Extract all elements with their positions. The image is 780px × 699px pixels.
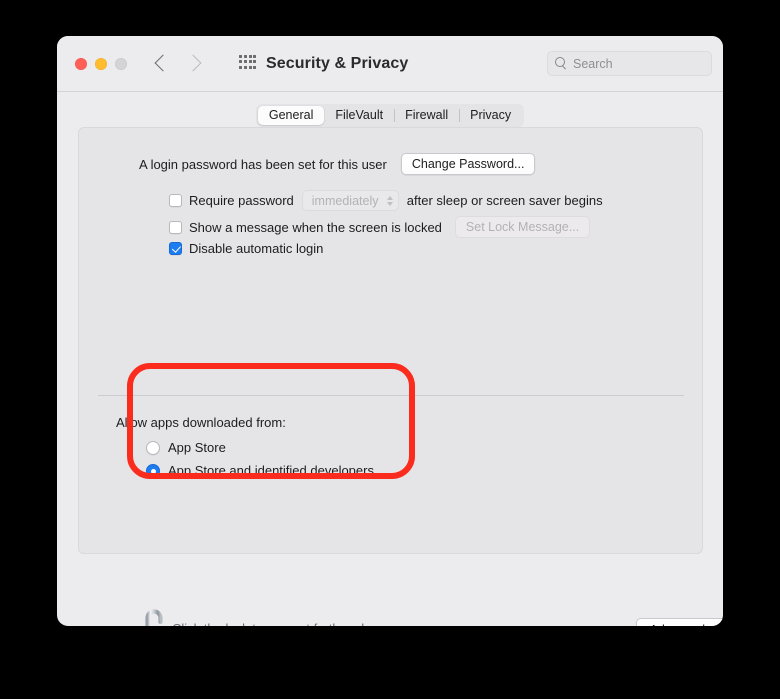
search-placeholder: Search	[573, 56, 613, 71]
grid-dot	[248, 55, 252, 58]
show-all-grid-icon[interactable]	[239, 55, 257, 70]
show-lock-message-checkbox[interactable]	[169, 220, 182, 234]
tab-strip: General FileVault Firewall Privacy	[255, 103, 525, 127]
general-settings-panel: A login password has been set for this u…	[78, 127, 703, 554]
tab-filevault[interactable]: FileVault	[324, 106, 394, 125]
screen: Security & Privacy Search General FileVa…	[0, 0, 780, 699]
radio-app-store[interactable]	[146, 440, 160, 455]
grid-dot	[243, 60, 247, 64]
disable-auto-login-row: Disable automatic login	[169, 241, 323, 256]
lock-hint-text: Click the lock to prevent further change…	[172, 621, 408, 626]
search-icon	[555, 57, 568, 70]
show-lock-message-label: Show a message when the screen is locked	[189, 219, 442, 235]
unlocked-padlock-icon[interactable]	[135, 607, 166, 626]
tab-firewall[interactable]: Firewall	[394, 106, 459, 125]
grid-dot	[253, 65, 257, 69]
allow-apps-group: Allow apps downloaded from: App Store Ap…	[116, 415, 374, 486]
radio-app-store-identified-developers[interactable]	[146, 463, 160, 478]
grid-dot	[243, 65, 247, 69]
grid-dot	[248, 60, 252, 64]
disable-auto-login-label: Disable automatic login	[189, 241, 324, 256]
require-password-suffix-label: after sleep or screen saver begins	[406, 193, 603, 208]
tab-general[interactable]: General	[257, 105, 325, 125]
radio-app-store-identified-developers-label: App Store and identified developers	[168, 463, 374, 478]
grid-dot	[253, 60, 257, 64]
section-divider	[98, 395, 684, 396]
grid-dot	[239, 65, 242, 69]
require-password-delay-value: immediately	[311, 193, 379, 208]
show-lock-message-row: Show a message when the screen is locked…	[169, 216, 591, 238]
window-controls	[75, 58, 127, 70]
require-password-row: Require password immediately after sleep…	[169, 190, 603, 211]
navigation-buttons	[155, 52, 201, 74]
grid-dot	[253, 55, 257, 58]
close-button[interactable]	[75, 58, 87, 70]
require-password-label: Require password	[189, 193, 294, 208]
forward-chevron-icon[interactable]	[188, 52, 201, 74]
grid-dot	[239, 55, 242, 58]
grid-dot	[239, 60, 242, 64]
allow-apps-label: Allow apps downloaded from:	[116, 415, 286, 430]
chevron-updown-icon	[386, 195, 393, 206]
radio-app-store-row[interactable]: App Store	[146, 440, 374, 455]
chevron-down-icon	[386, 201, 393, 206]
minimize-button[interactable]	[95, 58, 107, 70]
grid-dot	[248, 65, 252, 69]
set-lock-message-button[interactable]: Set Lock Message...	[454, 216, 591, 238]
radio-app-store-identified-row[interactable]: App Store and identified developers	[146, 463, 374, 478]
tab-privacy[interactable]: Privacy	[459, 106, 522, 125]
grid-dot	[243, 55, 247, 58]
change-password-button[interactable]: Change Password...	[400, 153, 536, 175]
window-titlebar: Security & Privacy Search	[57, 36, 723, 92]
zoom-button[interactable]	[115, 58, 127, 70]
search-field[interactable]: Search	[547, 51, 712, 76]
require-password-checkbox[interactable]	[169, 194, 182, 207]
system-preferences-window: Security & Privacy Search General FileVa…	[57, 36, 723, 626]
chevron-up-icon	[386, 195, 393, 200]
login-password-label: A login password has been set for this u…	[139, 156, 387, 172]
radio-app-store-label: App Store	[168, 440, 226, 455]
login-password-row: A login password has been set for this u…	[139, 153, 536, 175]
advanced-button[interactable]: Advanced...	[636, 618, 723, 626]
require-password-delay-popup[interactable]: immediately	[301, 190, 399, 211]
back-chevron-icon[interactable]	[155, 52, 168, 74]
window-title: Security & Privacy	[266, 55, 409, 72]
disable-auto-login-checkbox[interactable]	[169, 242, 182, 255]
